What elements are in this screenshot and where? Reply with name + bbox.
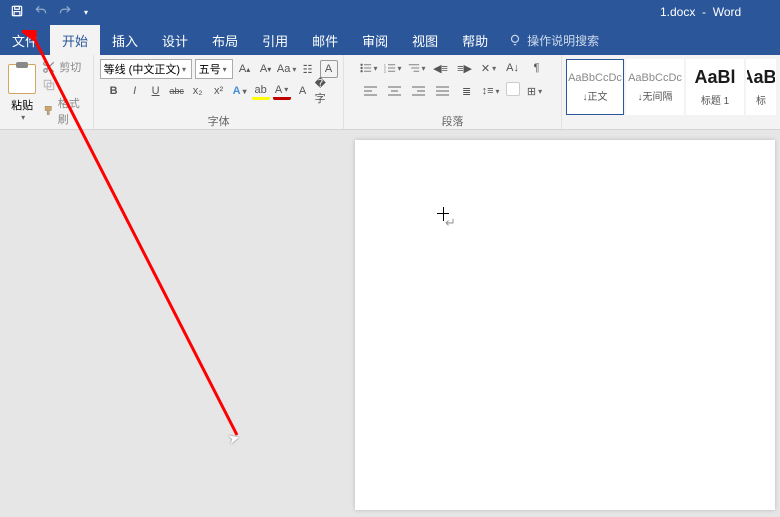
tab-design[interactable]: 设计 bbox=[150, 25, 200, 55]
undo-icon[interactable] bbox=[34, 4, 48, 21]
bullets-button[interactable]: ▾ bbox=[360, 59, 378, 77]
format-painter-button[interactable]: 格式刷 bbox=[42, 95, 87, 127]
tab-references[interactable]: 引用 bbox=[250, 25, 300, 55]
lightbulb-icon bbox=[508, 33, 522, 47]
grow-font-button[interactable]: A▴ bbox=[236, 60, 254, 78]
tab-help[interactable]: 帮助 bbox=[450, 25, 500, 55]
svg-text:3: 3 bbox=[384, 70, 386, 74]
window-title: 1.docx - Word bbox=[660, 5, 741, 19]
qat-more-icon[interactable]: ▾ bbox=[84, 8, 88, 17]
phonetic-button[interactable]: ☷ bbox=[299, 60, 317, 78]
distribute-button[interactable]: ≣ bbox=[458, 82, 476, 100]
highlight-button[interactable]: ab bbox=[252, 82, 270, 100]
char-shading-button[interactable]: A bbox=[294, 82, 312, 100]
bold-button[interactable]: B bbox=[105, 82, 123, 100]
shading-button[interactable] bbox=[506, 82, 520, 96]
show-marks-button[interactable]: ¶ bbox=[528, 59, 546, 77]
font-size-select[interactable]: 五号▾ bbox=[195, 59, 233, 79]
tab-home[interactable]: 开始 bbox=[50, 25, 100, 55]
clipboard-icon bbox=[8, 64, 36, 94]
underline-button[interactable]: U bbox=[147, 82, 165, 100]
enclose-char-button[interactable]: �字 bbox=[315, 82, 333, 100]
sort-button[interactable]: A↓ bbox=[504, 59, 522, 77]
redo-icon[interactable] bbox=[58, 4, 72, 21]
style-normal[interactable]: AaBbCcDc ↓正文 bbox=[566, 59, 624, 115]
tab-layout[interactable]: 布局 bbox=[200, 25, 250, 55]
copy-icon bbox=[42, 78, 56, 92]
save-icon[interactable] bbox=[10, 4, 24, 21]
titlebar: ▾ 1.docx - Word bbox=[0, 0, 780, 25]
tab-file[interactable]: 文件 bbox=[0, 25, 50, 55]
align-center-button[interactable] bbox=[386, 82, 404, 100]
change-case-button[interactable]: Aa▾ bbox=[278, 60, 296, 78]
subscript-button[interactable]: x₂ bbox=[189, 82, 207, 100]
increase-indent-button[interactable]: ≡▶ bbox=[456, 59, 474, 77]
style-no-spacing[interactable]: AaBbCcDc ↓无间隔 bbox=[626, 59, 684, 115]
text-cursor: ↵ bbox=[445, 215, 456, 231]
copy-button[interactable] bbox=[42, 78, 87, 92]
strikethrough-button[interactable]: abc bbox=[168, 82, 186, 100]
group-paragraph: ▾ 123▾ ▾ ◀≡ ≡▶ ✕▾ A↓ ¶ ≣ ↕≡▾ ⊞▾ 段落 bbox=[344, 55, 562, 129]
tell-me-search[interactable]: 操作说明搜索 bbox=[508, 32, 599, 49]
font-name-select[interactable]: 等线 (中文正文)▾ bbox=[100, 59, 192, 79]
group-font: 等线 (中文正文)▾ 五号▾ A▴ A▾ Aa▾ ☷ A B I U abc x… bbox=[94, 55, 344, 129]
tab-view[interactable]: 视图 bbox=[400, 25, 450, 55]
ribbon-tabs: 文件 开始 插入 设计 布局 引用 邮件 审阅 视图 帮助 操作说明搜索 bbox=[0, 25, 780, 55]
multilevel-button[interactable]: ▾ bbox=[408, 59, 426, 77]
quick-access-toolbar: ▾ bbox=[0, 4, 88, 21]
paste-button[interactable]: 粘贴 ▾ bbox=[6, 64, 38, 122]
style-heading2[interactable]: AaBl 标 bbox=[746, 59, 776, 115]
document-workspace[interactable]: ↵ bbox=[0, 130, 780, 517]
group-label-paragraph: 段落 bbox=[344, 113, 561, 129]
group-label-font: 字体 bbox=[94, 113, 343, 129]
decrease-indent-button[interactable]: ◀≡ bbox=[432, 59, 450, 77]
line-spacing-button[interactable]: ↕≡▾ bbox=[482, 82, 500, 100]
tab-review[interactable]: 审阅 bbox=[350, 25, 400, 55]
scissors-icon bbox=[42, 60, 56, 74]
numbering-button[interactable]: 123▾ bbox=[384, 59, 402, 77]
group-styles: AaBbCcDc ↓正文 AaBbCcDc ↓无间隔 AaBl 标题 1 AaB… bbox=[562, 55, 780, 129]
asian-layout-button[interactable]: ✕▾ bbox=[480, 59, 498, 77]
italic-button[interactable]: I bbox=[126, 82, 144, 100]
tab-insert[interactable]: 插入 bbox=[100, 25, 150, 55]
cut-button[interactable]: 剪切 bbox=[42, 59, 87, 75]
shrink-font-button[interactable]: A▾ bbox=[257, 60, 275, 78]
font-color-button[interactable]: A▾ bbox=[273, 82, 291, 100]
char-border-button[interactable]: A bbox=[320, 60, 338, 78]
align-justify-button[interactable] bbox=[434, 82, 452, 100]
align-left-button[interactable] bbox=[362, 82, 380, 100]
text-effects-button[interactable]: A▾ bbox=[231, 82, 249, 100]
align-right-button[interactable] bbox=[410, 82, 428, 100]
ribbon: 粘贴 ▾ 剪切 格式刷 剪贴板 等线 (中文正文)▾ 五号▾ A▴ A▾ Aa▾… bbox=[0, 55, 780, 130]
group-clipboard: 粘贴 ▾ 剪切 格式刷 剪贴板 bbox=[0, 55, 94, 129]
borders-button[interactable]: ⊞▾ bbox=[526, 82, 544, 100]
brush-icon bbox=[42, 104, 54, 118]
style-heading1[interactable]: AaBl 标题 1 bbox=[686, 59, 744, 115]
tab-mailings[interactable]: 邮件 bbox=[300, 25, 350, 55]
document-page[interactable]: ↵ bbox=[355, 140, 775, 510]
superscript-button[interactable]: x² bbox=[210, 82, 228, 100]
